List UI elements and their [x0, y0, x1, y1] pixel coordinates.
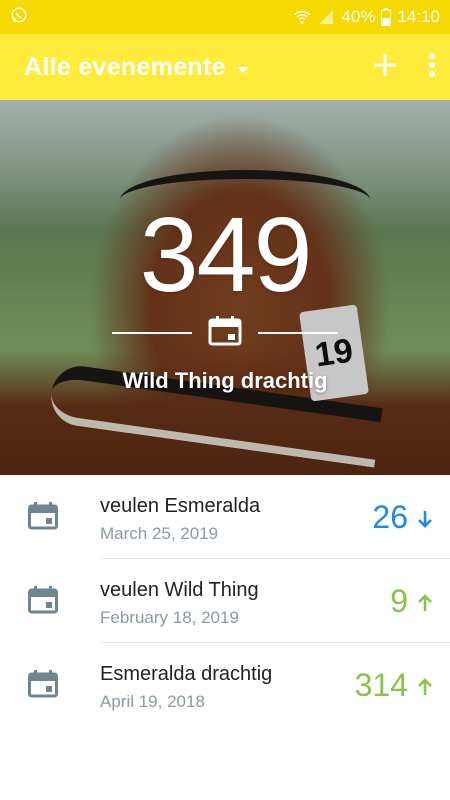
status-bar: 40% 14:10 — [0, 0, 450, 34]
calendar-icon — [28, 586, 58, 619]
whatsapp-icon — [10, 6, 28, 29]
list-item[interactable]: veulen Esmeralda March 25, 2019 26 — [0, 475, 450, 559]
hero-event-label: Wild Thing drachtig — [122, 368, 328, 393]
event-date: February 18, 2019 — [100, 608, 239, 627]
event-date: March 25, 2019 — [100, 524, 219, 543]
event-list: veulen Esmeralda March 25, 2019 26 veule… — [0, 475, 450, 727]
event-date: April 19, 2018 — [100, 692, 205, 711]
event-filter-dropdown[interactable]: Alle evenemente — [24, 53, 250, 82]
hero-divider — [112, 315, 338, 351]
dropdown-arrow-icon — [236, 53, 250, 82]
list-item[interactable]: veulen Wild Thing February 18, 2019 9 — [0, 559, 450, 643]
days-counter: 349 — [139, 196, 313, 314]
more-vert-icon[interactable] — [428, 52, 436, 83]
add-icon[interactable] — [372, 52, 398, 83]
app-bar: Alle evenemente — [0, 34, 450, 100]
battery-text: 40% — [341, 7, 376, 26]
days-count: 9 — [390, 583, 408, 619]
days-count: 314 — [354, 667, 408, 703]
days-count: 26 — [372, 499, 408, 535]
arrow-up-icon — [418, 667, 432, 704]
clock-time: 14:10 — [397, 7, 440, 26]
divider-line-right — [258, 332, 338, 334]
battery-icon — [381, 8, 392, 26]
list-item[interactable]: Esmeralda drachtig April 19, 2018 314 — [0, 643, 450, 727]
arrow-down-icon — [418, 499, 432, 536]
event-title: veulen Wild Thing — [100, 579, 259, 601]
divider-line-left — [112, 332, 192, 334]
wifi-icon — [293, 9, 311, 25]
calendar-icon — [28, 502, 58, 535]
calendar-icon — [28, 670, 58, 703]
app-title: Alle evenemente — [24, 52, 226, 81]
signal-icon — [317, 9, 335, 25]
event-title: Esmeralda drachtig — [100, 663, 273, 685]
calendar-icon — [208, 315, 242, 351]
event-title: veulen Esmeralda — [100, 495, 261, 517]
arrow-up-icon — [418, 583, 432, 620]
hero-banner[interactable]: 19 349 Wild Thing drachtig — [0, 100, 450, 475]
